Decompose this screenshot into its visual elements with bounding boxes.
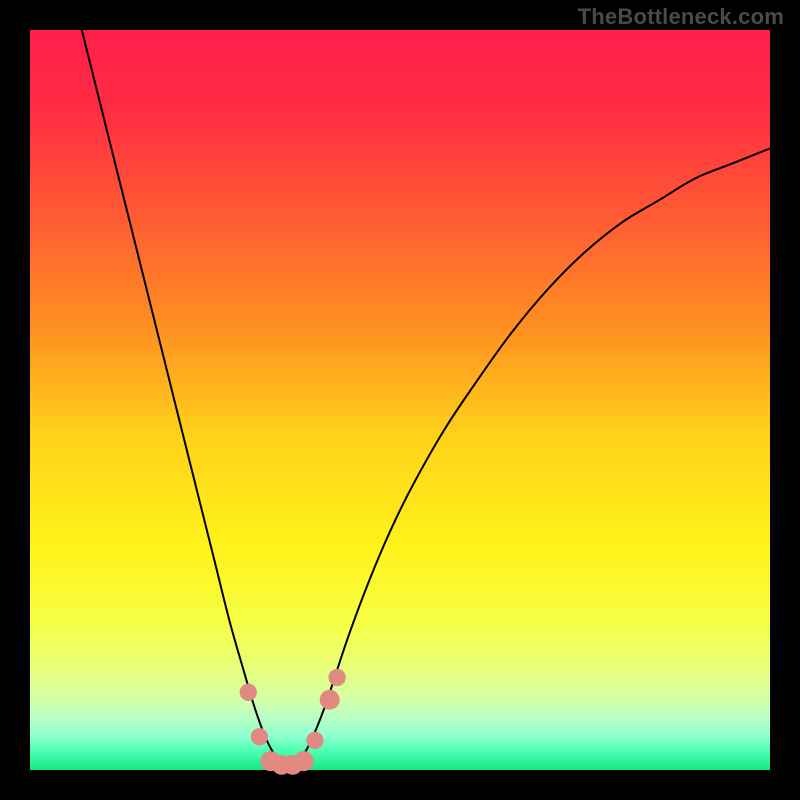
marker-dot [294, 751, 314, 771]
marker-dot [306, 732, 323, 749]
marker-dot [251, 728, 268, 745]
plot-background [30, 30, 770, 770]
chart-frame: TheBottleneck.com [0, 0, 800, 800]
bottleneck-chart [0, 0, 800, 800]
marker-dot [240, 684, 257, 701]
marker-dot [328, 669, 345, 686]
marker-dot [320, 690, 340, 710]
watermark-text: TheBottleneck.com [578, 4, 784, 30]
